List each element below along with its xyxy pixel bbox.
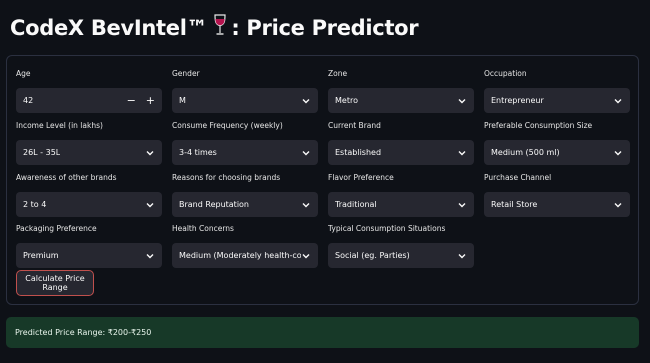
decrement-button[interactable]: − — [127, 94, 136, 107]
gender-select[interactable]: M — [172, 88, 318, 113]
prediction-result-text: Predicted Price Range: ₹200-₹250 — [15, 328, 152, 337]
packaging-label: Packaging Preference — [16, 224, 97, 233]
chevron-down-icon — [458, 202, 466, 207]
page-title: CodeX BevIntel™ : Price Predictor — [10, 14, 419, 41]
chevron-down-icon — [146, 202, 154, 207]
brand-select[interactable]: Established — [328, 140, 474, 165]
age-label: Age — [16, 69, 31, 78]
chevron-down-icon — [614, 150, 622, 155]
reasons-field: Reasons for choosing brands Brand Reputa… — [172, 172, 318, 217]
gender-field: Gender M — [172, 68, 318, 113]
chevron-down-icon — [302, 202, 310, 207]
chevron-down-icon — [146, 253, 154, 258]
gender-label: Gender — [172, 69, 200, 78]
chevron-down-icon — [458, 253, 466, 258]
channel-select[interactable]: Retail Store — [484, 192, 630, 217]
occupation-value: Entrepreneur — [491, 96, 544, 105]
reasons-select[interactable]: Brand Reputation — [172, 192, 318, 217]
age-field: Age 42 − + — [16, 68, 162, 113]
calculate-price-range-button[interactable]: Calculate Price Range — [16, 270, 94, 296]
awareness-select[interactable]: 2 to 4 — [16, 192, 162, 217]
chevron-down-icon — [302, 98, 310, 103]
health-value: Medium (Moderately health-conscious) — [179, 251, 301, 260]
reasons-value: Brand Reputation — [179, 200, 250, 209]
chevron-down-icon — [146, 150, 154, 155]
situations-value: Social (eg. Parties) — [335, 251, 410, 260]
title-text-prefix: CodeX BevIntel™ — [10, 15, 208, 40]
income-select[interactable]: 26L - 35L — [16, 140, 162, 165]
chevron-down-icon — [302, 253, 310, 258]
zone-field: Zone Metro — [328, 68, 474, 113]
awareness-value: 2 to 4 — [23, 200, 47, 209]
size-value: Medium (500 ml) — [491, 148, 560, 157]
reasons-label: Reasons for choosing brands — [172, 173, 281, 182]
situations-label: Typical Consumption Situations — [328, 224, 446, 233]
title-text-suffix: : Price Predictor — [231, 15, 419, 40]
size-label: Preferable Consumption Size — [484, 121, 593, 130]
zone-label: Zone — [328, 69, 348, 78]
flavor-select[interactable]: Traditional — [328, 192, 474, 217]
packaging-field: Packaging Preference Premium — [16, 223, 162, 268]
wine-glass-icon — [213, 14, 227, 41]
flavor-field: Flavor Preference Traditional — [328, 172, 474, 217]
zone-select[interactable]: Metro — [328, 88, 474, 113]
income-value: 26L - 35L — [23, 148, 61, 157]
awareness-label: Awareness of other brands — [16, 173, 117, 182]
channel-label: Purchase Channel — [484, 173, 552, 182]
health-label: Health Concerns — [172, 224, 234, 233]
brand-field: Current Brand Established — [328, 120, 474, 165]
health-select[interactable]: Medium (Moderately health-conscious) — [172, 243, 318, 268]
prediction-form: Age 42 − + Gender M Zone Metro Occupatio… — [6, 55, 639, 305]
increment-button[interactable]: + — [146, 94, 155, 107]
frequency-label: Consume Frequency (weekly) — [172, 121, 283, 130]
situations-field: Typical Consumption Situations Social (e… — [328, 223, 474, 268]
awareness-field: Awareness of other brands 2 to 4 — [16, 172, 162, 217]
frequency-value: 3-4 times — [179, 148, 217, 157]
channel-value: Retail Store — [491, 200, 538, 209]
income-field: Income Level (in lakhs) 26L - 35L — [16, 120, 162, 165]
frequency-select[interactable]: 3-4 times — [172, 140, 318, 165]
chevron-down-icon — [302, 150, 310, 155]
health-field: Health Concerns Medium (Moderately healt… — [172, 223, 318, 268]
occupation-field: Occupation Entrepreneur — [484, 68, 630, 113]
chevron-down-icon — [458, 98, 466, 103]
packaging-select[interactable]: Premium — [16, 243, 162, 268]
flavor-label: Flavor Preference — [328, 173, 394, 182]
chevron-down-icon — [614, 98, 622, 103]
frequency-field: Consume Frequency (weekly) 3-4 times — [172, 120, 318, 165]
brand-value: Established — [335, 148, 382, 157]
income-label: Income Level (in lakhs) — [16, 121, 103, 130]
chevron-down-icon — [614, 202, 622, 207]
prediction-result-alert: Predicted Price Range: ₹200-₹250 — [6, 317, 639, 348]
age-value: 42 — [23, 96, 34, 105]
zone-value: Metro — [335, 96, 358, 105]
brand-label: Current Brand — [328, 121, 381, 130]
occupation-label: Occupation — [484, 69, 527, 78]
age-number-input[interactable]: 42 − + — [16, 88, 162, 113]
gender-value: M — [179, 96, 186, 105]
channel-field: Purchase Channel Retail Store — [484, 172, 630, 217]
size-select[interactable]: Medium (500 ml) — [484, 140, 630, 165]
situations-select[interactable]: Social (eg. Parties) — [328, 243, 474, 268]
packaging-value: Premium — [23, 251, 59, 260]
chevron-down-icon — [458, 150, 466, 155]
size-field: Preferable Consumption Size Medium (500 … — [484, 120, 630, 165]
flavor-value: Traditional — [335, 200, 377, 209]
occupation-select[interactable]: Entrepreneur — [484, 88, 630, 113]
